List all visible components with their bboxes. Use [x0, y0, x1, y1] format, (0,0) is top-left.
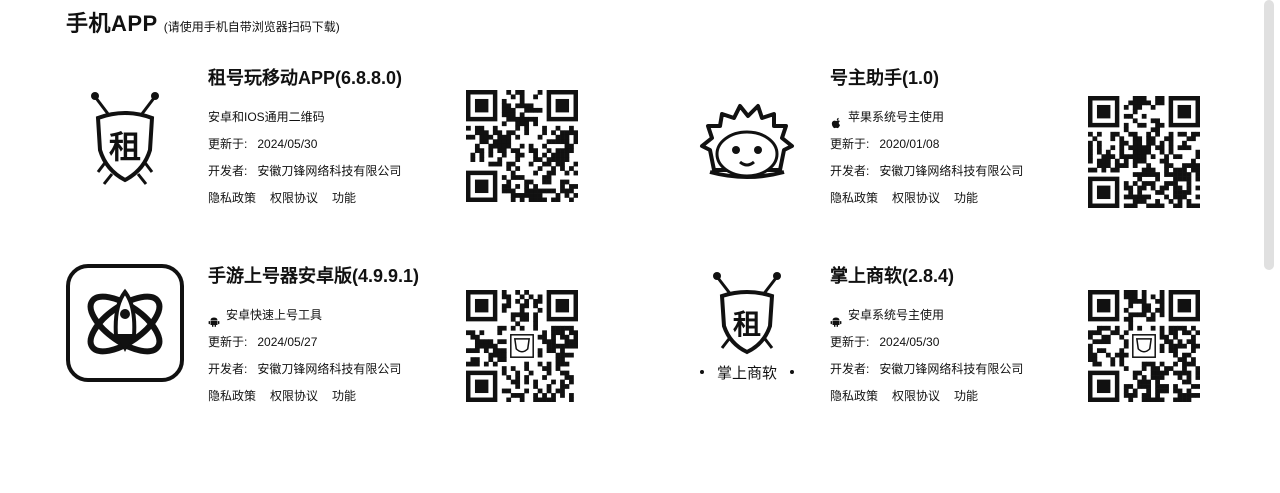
section-header: 手机APP (请使用手机自带浏览器扫码下载) — [66, 6, 340, 38]
qr-code — [466, 290, 579, 403]
permission-agreement-link[interactable]: 权限协议 — [892, 185, 940, 212]
permission-agreement-link[interactable]: 权限协议 — [892, 383, 940, 410]
updated-date: 2024/05/27 — [257, 335, 318, 349]
updated-date: 2024/05/30 — [879, 335, 940, 349]
updated-line: 更新于: 2020/01/08 — [830, 131, 1100, 158]
privacy-policy-link[interactable]: 隐私政策 — [830, 383, 878, 410]
developer-label: 开发者: — [830, 362, 870, 376]
scrollbar[interactable] — [1264, 0, 1274, 270]
developer-name: 安徽刀锋网络科技有限公司 — [879, 164, 1024, 178]
developer-name: 安徽刀锋网络科技有限公司 — [257, 164, 402, 178]
app-name[interactable]: 号主助手(1.0) — [830, 66, 1100, 90]
platform-text: 安卓快速上号工具 — [226, 308, 323, 322]
app-card: 号主助手(1.0) 苹果系统号主使用 更新于: 2020/01/08 开发者: … — [688, 66, 1248, 236]
platform-line: 安卓快速上号工具 — [208, 302, 478, 329]
privacy-policy-link[interactable]: 隐私政策 — [208, 185, 256, 212]
privacy-policy-link[interactable]: 隐私政策 — [208, 383, 256, 410]
zuhaowan-shield-logo-icon[interactable]: 租 — [66, 80, 184, 198]
updated-label: 更新于: — [830, 137, 870, 151]
section-subtitle: (请使用手机自带浏览器扫码下载) — [163, 20, 340, 34]
permission-agreement-link[interactable]: 权限协议 — [270, 185, 318, 212]
app-links: 隐私政策 权限协议 功能 — [830, 185, 1100, 212]
svg-text:租: 租 — [109, 128, 141, 166]
platform-line: 安卓和IOS通用二维码 — [208, 104, 478, 131]
developer-name: 安徽刀锋网络科技有限公司 — [879, 362, 1024, 376]
logo-caption: 掌上商软 — [717, 364, 777, 382]
app-info: 号主助手(1.0) 苹果系统号主使用 更新于: 2020/01/08 开发者: … — [830, 66, 1100, 212]
updated-label: 更新于: — [208, 335, 248, 349]
app-links: 隐私政策 权限协议 功能 — [208, 383, 478, 410]
features-link[interactable]: 功能 — [954, 185, 978, 212]
platform-line: 安卓系统号主使用 — [830, 302, 1100, 329]
updated-date: 2024/05/30 — [257, 137, 318, 151]
app-card: 手游上号器安卓版(4.9.9.1) 安卓快速上号工具 更新于: 2024/05/… — [66, 264, 626, 434]
platform-text: 安卓和IOS通用二维码 — [208, 110, 325, 124]
developer-line: 开发者: 安徽刀锋网络科技有限公司 — [830, 356, 1100, 383]
android-icon — [208, 310, 220, 327]
updated-line: 更新于: 2024/05/30 — [830, 329, 1100, 356]
app-links: 隐私政策 权限协议 功能 — [208, 185, 478, 212]
app-card: 租 掌上商软 掌上商软(2.8.4) 安卓系统号主使用 更新于: 2024/05… — [688, 264, 1248, 434]
privacy-policy-link[interactable]: 隐私政策 — [830, 185, 878, 212]
updated-line: 更新于: 2024/05/27 — [208, 329, 478, 356]
rocket-orbit-logo-icon[interactable] — [66, 264, 184, 382]
platform-text: 安卓系统号主使用 — [848, 308, 945, 322]
app-info: 租号玩移动APP(6.8.8.0) 安卓和IOS通用二维码 更新于: 2024/… — [208, 66, 478, 212]
features-link[interactable]: 功能 — [332, 383, 356, 410]
updated-label: 更新于: — [830, 335, 870, 349]
app-links: 隐私政策 权限协议 功能 — [830, 383, 1100, 410]
app-info: 掌上商软(2.8.4) 安卓系统号主使用 更新于: 2024/05/30 开发者… — [830, 264, 1100, 410]
app-name[interactable]: 掌上商软(2.8.4) — [830, 264, 1100, 288]
android-icon — [830, 310, 842, 327]
app-info: 手游上号器安卓版(4.9.9.1) 安卓快速上号工具 更新于: 2024/05/… — [208, 264, 478, 410]
developer-line: 开发者: 安徽刀锋网络科技有限公司 — [830, 158, 1100, 185]
developer-line: 开发者: 安徽刀锋网络科技有限公司 — [208, 158, 478, 185]
updated-label: 更新于: — [208, 137, 248, 151]
qr-code — [1088, 96, 1201, 209]
developer-name: 安徽刀锋网络科技有限公司 — [257, 362, 402, 376]
apple-icon — [830, 112, 842, 128]
features-link[interactable]: 功能 — [332, 185, 356, 212]
developer-label: 开发者: — [830, 164, 870, 178]
hedgehog-logo-icon[interactable] — [688, 88, 806, 206]
app-card: 租 租号玩移动APP(6.8.8.0) 安卓和IOS通用二维码 更新于: 202… — [66, 66, 626, 236]
zhangshang-shangruan-logo-icon[interactable]: 租 掌上商软 — [688, 268, 806, 386]
developer-label: 开发者: — [208, 164, 248, 178]
app-name[interactable]: 手游上号器安卓版(4.9.9.1) — [208, 264, 478, 288]
section-title: 手机APP — [66, 11, 158, 36]
platform-line: 苹果系统号主使用 — [830, 104, 1100, 131]
updated-date: 2020/01/08 — [879, 137, 940, 151]
svg-text:租: 租 — [733, 308, 761, 341]
qr-code — [1088, 290, 1201, 403]
developer-label: 开发者: — [208, 362, 248, 376]
platform-text: 苹果系统号主使用 — [848, 110, 945, 124]
features-link[interactable]: 功能 — [954, 383, 978, 410]
app-name[interactable]: 租号玩移动APP(6.8.8.0) — [208, 66, 478, 90]
qr-code — [466, 90, 579, 203]
developer-line: 开发者: 安徽刀锋网络科技有限公司 — [208, 356, 478, 383]
permission-agreement-link[interactable]: 权限协议 — [270, 383, 318, 410]
updated-line: 更新于: 2024/05/30 — [208, 131, 478, 158]
